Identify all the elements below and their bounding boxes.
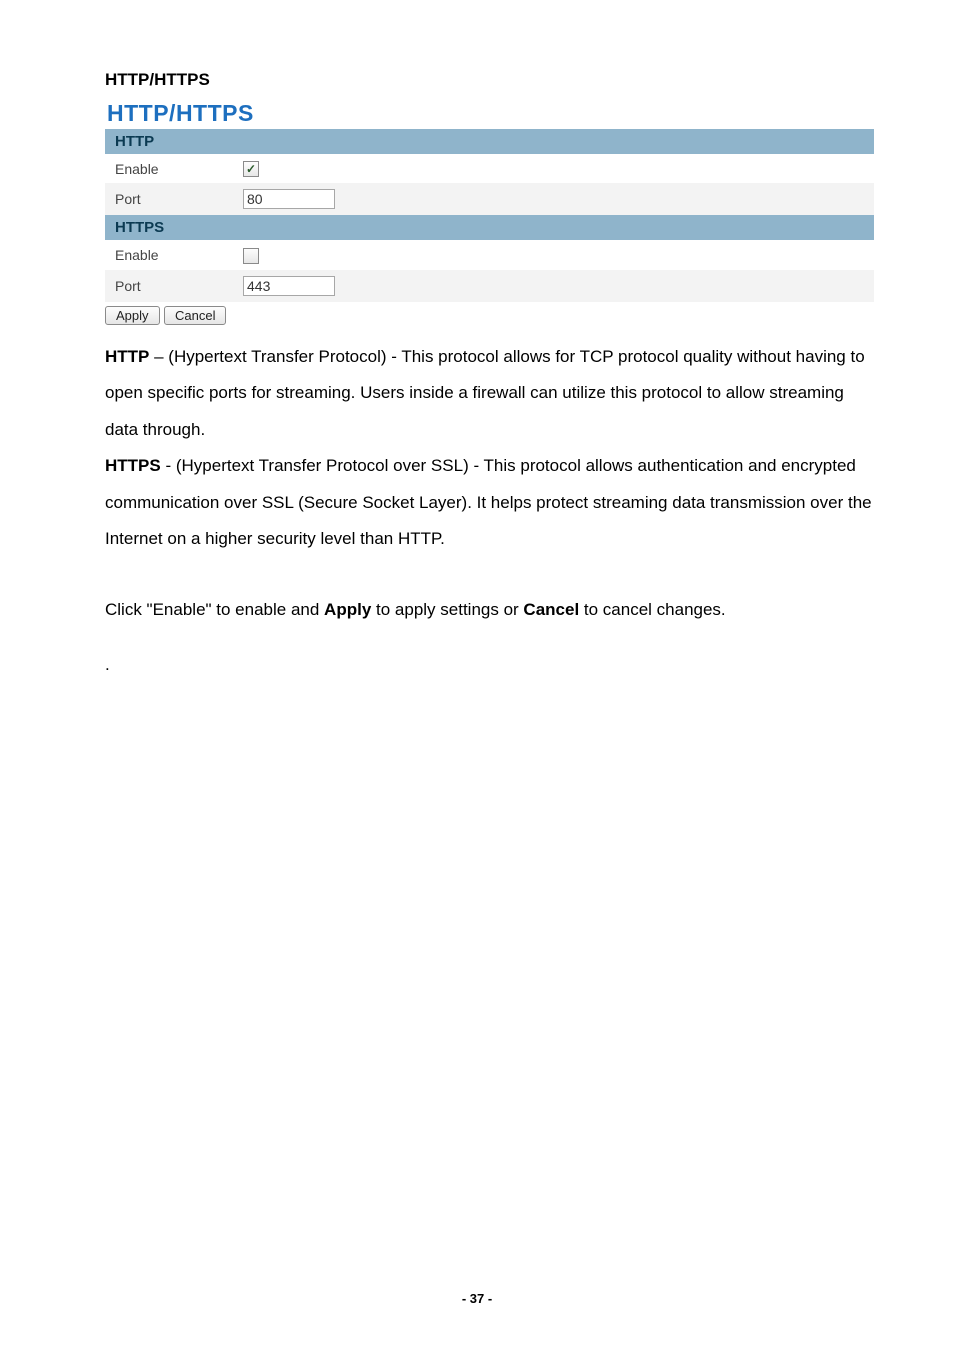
- panel-heading: HTTP/HTTPS: [107, 100, 874, 127]
- https-port-row: Port: [105, 270, 874, 302]
- instr-c: to apply settings or: [371, 600, 523, 619]
- https-enable-row: Enable: [105, 240, 874, 269]
- paragraph-instructions: Click "Enable" to enable and Apply to ap…: [105, 592, 874, 629]
- https-desc: - (Hypertext Transfer Protocol over SSL)…: [105, 456, 872, 548]
- paragraph-http: HTTP – (Hypertext Transfer Protocol) - T…: [105, 339, 874, 449]
- http-port-row: Port: [105, 183, 874, 215]
- https-port-input[interactable]: [243, 276, 335, 296]
- http-section-header-row: HTTP: [105, 129, 874, 154]
- body-text: HTTP – (Hypertext Transfer Protocol) - T…: [105, 339, 874, 629]
- http-desc: – (Hypertext Transfer Protocol) - This p…: [105, 347, 865, 439]
- button-row: Apply Cancel: [105, 302, 874, 325]
- http-section-header: HTTP: [105, 129, 874, 154]
- https-port-label: Port: [105, 270, 233, 302]
- instr-a: Click "Enable" to enable and: [105, 600, 324, 619]
- https-enable-checkbox[interactable]: [243, 248, 259, 264]
- http-port-label: Port: [105, 183, 233, 215]
- https-section-header-row: HTTPS: [105, 215, 874, 240]
- https-term: HTTPS: [105, 456, 161, 475]
- apply-button[interactable]: Apply: [105, 306, 160, 325]
- http-enable-label: Enable: [105, 154, 233, 183]
- http-enable-checkbox[interactable]: [243, 161, 259, 177]
- instr-cancel: Cancel: [523, 600, 579, 619]
- instr-apply: Apply: [324, 600, 371, 619]
- http-port-input[interactable]: [243, 189, 335, 209]
- settings-panel: HTTP/HTTPS HTTP Enable Port HTTPS: [105, 100, 874, 325]
- instr-e: to cancel changes.: [579, 600, 725, 619]
- stray-dot: .: [105, 656, 874, 673]
- http-enable-row: Enable: [105, 154, 874, 183]
- paragraph-https: HTTPS - (Hypertext Transfer Protocol ove…: [105, 448, 874, 558]
- cancel-button[interactable]: Cancel: [164, 306, 226, 325]
- page-number: - 37 -: [0, 1291, 954, 1306]
- http-term: HTTP: [105, 347, 149, 366]
- https-enable-label: Enable: [105, 240, 233, 269]
- settings-table: HTTP Enable Port HTTPS Enable: [105, 129, 874, 302]
- https-section-header: HTTPS: [105, 215, 874, 240]
- section-title: HTTP/HTTPS: [105, 70, 874, 90]
